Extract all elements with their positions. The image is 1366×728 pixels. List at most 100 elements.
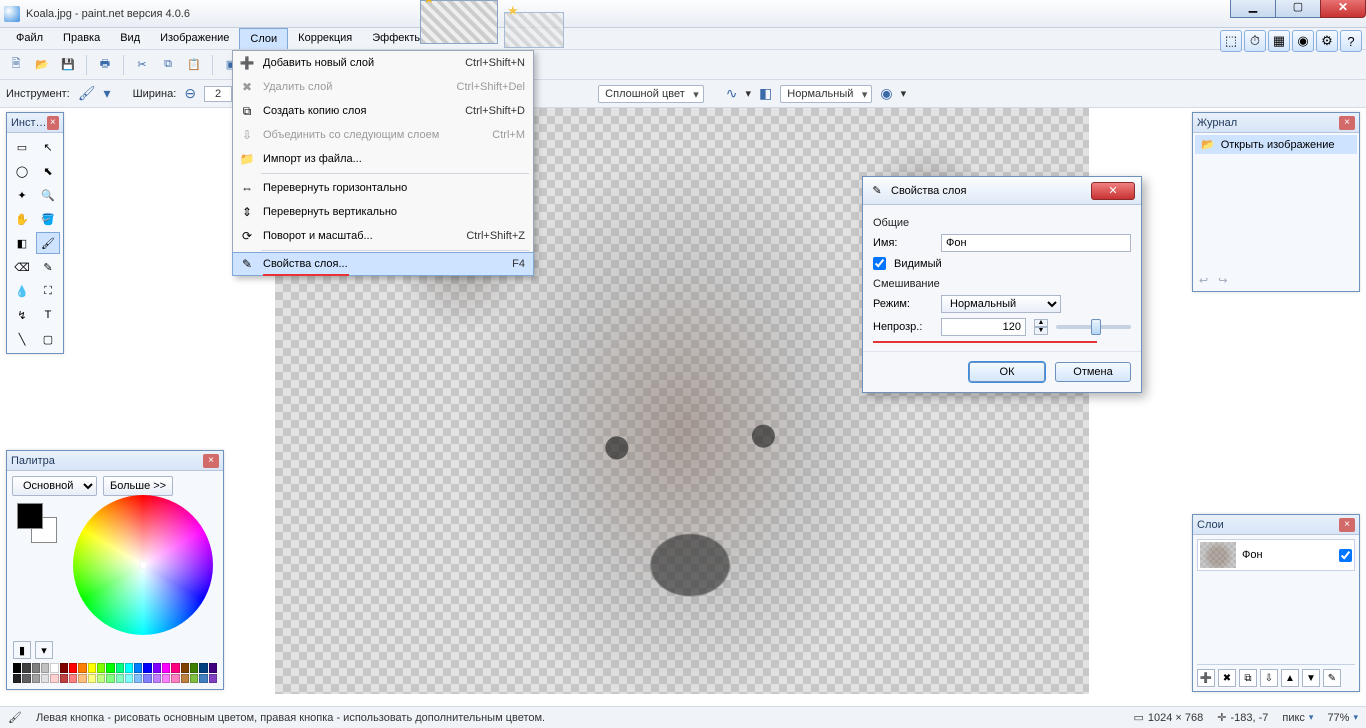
doc-thumb[interactable]: ★ bbox=[420, 0, 498, 44]
menu-flip-horizontal[interactable]: ⇔Перевернуть горизонтально bbox=[233, 176, 533, 200]
fill-mode-select[interactable]: Сплошной цвет bbox=[598, 85, 704, 103]
brush-tool[interactable]: 🖌 bbox=[36, 232, 60, 254]
minimize-button[interactable] bbox=[1230, 0, 1276, 18]
layer-visible-checkbox[interactable] bbox=[1339, 549, 1352, 562]
move-selection-tool[interactable]: ⬉ bbox=[36, 160, 60, 182]
menu-edit[interactable]: Правка bbox=[53, 28, 110, 49]
delete-layer-icon[interactable]: ✖ bbox=[1218, 669, 1236, 687]
fill-tool[interactable]: 🪣 bbox=[36, 208, 60, 230]
more-button[interactable]: Больше >> bbox=[103, 476, 173, 496]
picker-tool[interactable]: 💧 bbox=[10, 280, 34, 302]
curve-icon[interactable]: ∿ bbox=[726, 85, 738, 102]
shapes-tool[interactable]: ▢ bbox=[36, 328, 60, 350]
menu-add-layer[interactable]: ➕Добавить новый слойCtrl+Shift+N bbox=[233, 51, 533, 75]
duplicate-icon: ⧉ bbox=[239, 104, 255, 119]
line-tool[interactable]: ╲ bbox=[10, 328, 34, 350]
visible-checkbox[interactable] bbox=[873, 257, 886, 270]
ok-button[interactable]: ОК bbox=[969, 362, 1045, 382]
undo-all-icon[interactable]: ↩ bbox=[1199, 274, 1208, 287]
gradient-tool[interactable]: ◧ bbox=[10, 232, 34, 254]
color-mode-select[interactable]: Основной bbox=[12, 476, 97, 496]
menu-image[interactable]: Изображение bbox=[150, 28, 239, 49]
layers-window-icon[interactable]: ▦ bbox=[1268, 30, 1290, 52]
doc-thumb[interactable]: ★ bbox=[504, 12, 564, 48]
menu-file[interactable]: Файл bbox=[6, 28, 53, 49]
unit-select[interactable]: пикс ▾ bbox=[1282, 712, 1313, 724]
brush-icon[interactable]: 🖌 bbox=[78, 85, 96, 102]
name-field[interactable] bbox=[941, 234, 1131, 252]
menu-layers[interactable]: Слои bbox=[239, 28, 288, 49]
rect-select-tool[interactable]: ▭ bbox=[10, 136, 34, 158]
merge-layer-icon[interactable]: ⇩ bbox=[1260, 669, 1278, 687]
opacity-spinner[interactable]: ▲▼ bbox=[1034, 319, 1048, 335]
menu-import-file[interactable]: 📁Импорт из файла... bbox=[233, 147, 533, 171]
close-icon[interactable]: × bbox=[203, 454, 219, 468]
new-icon[interactable]: 🗎 bbox=[6, 55, 26, 75]
close-icon[interactable]: × bbox=[1339, 518, 1355, 532]
move-down-icon[interactable]: ▼ bbox=[1302, 669, 1320, 687]
move-tool[interactable]: ↖ bbox=[36, 136, 60, 158]
zoom-tool[interactable]: 🔍 bbox=[36, 184, 60, 206]
history-item[interactable]: 📂Открыть изображение bbox=[1195, 135, 1357, 154]
cancel-button[interactable]: Отмена bbox=[1055, 362, 1131, 382]
copy-icon[interactable]: ⧉ bbox=[158, 55, 178, 75]
save-icon[interactable]: 💾 bbox=[58, 55, 78, 75]
wheel-cursor[interactable] bbox=[139, 561, 147, 569]
wand-tool[interactable]: ✦ bbox=[10, 184, 34, 206]
cut-icon[interactable]: ✂ bbox=[132, 55, 152, 75]
palette-menu-icon[interactable]: ▾ bbox=[35, 641, 53, 659]
history-window-icon[interactable]: ⏱ bbox=[1244, 30, 1266, 52]
menu-adjustments[interactable]: Коррекция bbox=[288, 28, 362, 49]
add-color-icon[interactable]: ▮ bbox=[13, 641, 31, 659]
tool-window-icon[interactable]: ⬚ bbox=[1220, 30, 1242, 52]
mode-select[interactable]: Нормальный bbox=[941, 295, 1061, 313]
colors-window-icon[interactable]: ◉ bbox=[1292, 30, 1314, 52]
close-icon[interactable]: ✕ bbox=[1091, 182, 1135, 200]
dialog-titlebar[interactable]: ✎ Свойства слоя ✕ bbox=[863, 177, 1141, 205]
menu-layer-properties[interactable]: ✎Свойства слоя...F4 bbox=[232, 252, 534, 276]
pencil-tool[interactable]: ✎ bbox=[36, 256, 60, 278]
lasso-tool[interactable]: ◯ bbox=[10, 160, 34, 182]
print-icon[interactable]: 🖶 bbox=[95, 55, 115, 75]
close-icon[interactable]: × bbox=[1339, 116, 1355, 130]
width-label: Ширина: bbox=[133, 88, 177, 100]
separator bbox=[261, 173, 529, 174]
menu-rotate-zoom[interactable]: ⟳Поворот и масштаб...Ctrl+Shift+Z bbox=[233, 224, 533, 248]
eraser-tool[interactable]: ⌫ bbox=[10, 256, 34, 278]
paste-icon[interactable]: 📋 bbox=[184, 55, 204, 75]
layer-row[interactable]: Фон bbox=[1197, 539, 1355, 571]
color-strip[interactable] bbox=[13, 663, 217, 683]
open-icon[interactable]: 📂 bbox=[32, 55, 52, 75]
redo-all-icon[interactable]: ↪ bbox=[1218, 274, 1227, 287]
add-layer-icon[interactable]: ➕ bbox=[1197, 669, 1215, 687]
layer-props-icon[interactable]: ✎ bbox=[1323, 669, 1341, 687]
width-dec-icon[interactable]: ⊖ bbox=[184, 85, 196, 102]
duplicate-layer-icon[interactable]: ⧉ bbox=[1239, 669, 1257, 687]
help-icon[interactable]: ? bbox=[1340, 30, 1362, 52]
recolor-tool[interactable]: ↯ bbox=[10, 304, 34, 326]
status-hint: Левая кнопка - рисовать основным цветом,… bbox=[36, 712, 545, 724]
move-up-icon[interactable]: ▲ bbox=[1281, 669, 1299, 687]
maximize-button[interactable] bbox=[1275, 0, 1321, 18]
close-button[interactable] bbox=[1320, 0, 1366, 18]
blend-mode-select[interactable]: Нормальный bbox=[780, 85, 872, 103]
antialias-icon[interactable]: ◧ bbox=[759, 85, 772, 102]
alpha-icon[interactable]: ◉ bbox=[880, 85, 892, 102]
zoom-level[interactable]: 77% ▾ bbox=[1327, 712, 1358, 724]
opacity-slider[interactable] bbox=[1056, 325, 1131, 329]
menu-duplicate-layer[interactable]: ⧉Создать копию слояCtrl+Shift+D bbox=[233, 99, 533, 123]
dialog-title: Свойства слоя bbox=[891, 185, 966, 197]
close-icon[interactable]: × bbox=[47, 116, 59, 130]
annotation-underline bbox=[873, 341, 1097, 343]
pan-tool[interactable]: ✋ bbox=[10, 208, 34, 230]
opacity-field[interactable] bbox=[941, 318, 1026, 336]
settings-icon[interactable]: ⚙ bbox=[1316, 30, 1338, 52]
menu-flip-vertical[interactable]: ⇕Перевернуть вертикально bbox=[233, 200, 533, 224]
text-tool[interactable]: T bbox=[36, 304, 60, 326]
width-value[interactable]: 2 bbox=[204, 86, 232, 102]
menu-view[interactable]: Вид bbox=[110, 28, 150, 49]
properties-icon: ✎ bbox=[869, 183, 885, 199]
clone-tool[interactable]: ⛶ bbox=[36, 280, 60, 302]
panel-title: Палитра bbox=[11, 455, 203, 467]
color-wheel[interactable] bbox=[73, 495, 213, 635]
